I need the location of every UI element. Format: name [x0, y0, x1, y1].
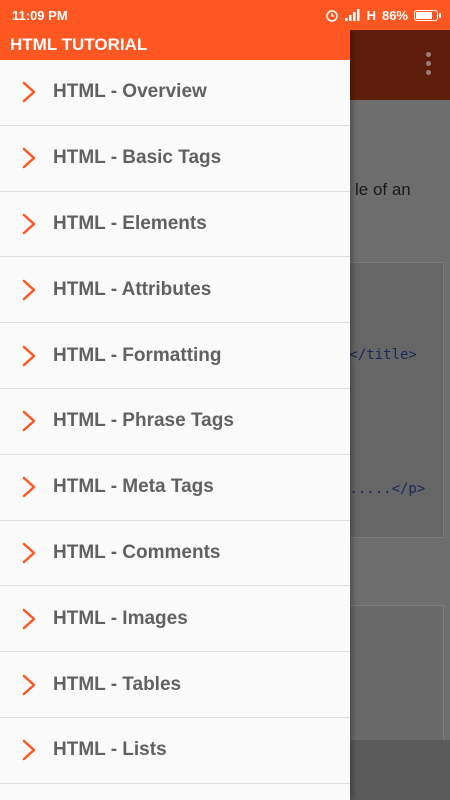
chevron-right-icon	[22, 674, 36, 695]
drawer-item-label: HTML - Basic Tags	[53, 147, 222, 169]
drawer-item-label: HTML - Formatting	[53, 344, 222, 366]
signal-icon	[344, 9, 360, 21]
drawer-item[interactable]: HTML - Elements	[0, 192, 350, 258]
drawer-item-label: HTML - Tables	[53, 673, 182, 695]
network-type: H	[366, 7, 376, 23]
status-time: 11:09 PM	[12, 7, 68, 23]
drawer-item-label: HTML - Overview	[53, 81, 207, 103]
chevron-right-icon	[22, 740, 36, 761]
chevron-right-icon	[22, 608, 36, 630]
alarm-icon	[325, 10, 338, 22]
drawer-item-label: HTML - Meta Tags	[53, 476, 214, 498]
drawer-item[interactable]: HTML - Attributes	[0, 257, 350, 324]
drawer-item[interactable]: HTML - Meta Tags	[0, 455, 350, 521]
drawer-item[interactable]: HTML - Comments	[0, 521, 350, 587]
battery-fill	[416, 11, 433, 19]
drawer-item[interactable]: HTML - Basic Tags	[0, 126, 350, 192]
chevron-right-icon	[22, 411, 36, 432]
status-bar: 11:09 PM H 86%	[0, 0, 450, 30]
drawer-item-label: HTML - Lists	[53, 739, 167, 761]
code-line: e</title>	[341, 347, 417, 363]
drawer-title: HTML TUTORIAL	[0, 30, 350, 60]
chevron-right-icon	[22, 279, 36, 301]
status-icons: H 86%	[325, 7, 441, 23]
drawer-item[interactable]: HTML - Images	[0, 586, 350, 653]
chevron-right-icon	[22, 345, 36, 366]
chevron-right-icon	[22, 82, 36, 103]
code-line: e.....</p>	[341, 481, 426, 497]
content-text-fragment: le of an	[355, 180, 411, 199]
drawer-item-label: HTML - Attributes	[53, 278, 212, 300]
battery-icon	[414, 9, 441, 21]
drawer-item[interactable]: HTML - Lists	[0, 718, 350, 784]
drawer-menu: HTML - Overview HTML - Basic Tags HTML - E…	[0, 60, 350, 784]
drawer-item[interactable]: HTML - Tables	[0, 652, 350, 718]
drawer-item-label: HTML - Comments	[53, 541, 221, 563]
battery-percent: 86%	[381, 7, 408, 23]
overflow-menu-icon[interactable]	[426, 52, 432, 75]
drawer-item[interactable]: HTML - Overview	[0, 60, 350, 126]
drawer-item-label: HTML - Phrase Tags	[53, 410, 234, 432]
navigation-drawer: HTML TUTORIAL HTML - Overview HTML - Basi…	[0, 30, 350, 800]
chevron-right-icon	[22, 476, 36, 498]
drawer-item[interactable]: HTML - Phrase Tags	[0, 389, 350, 455]
chevron-right-icon	[22, 542, 36, 564]
chevron-right-icon	[22, 213, 36, 235]
drawer-item-label: HTML - Images	[53, 607, 188, 629]
chevron-right-icon	[22, 147, 36, 169]
drawer-item[interactable]: HTML - Formatting	[0, 323, 350, 389]
drawer-item-label: HTML - Elements	[53, 212, 207, 234]
